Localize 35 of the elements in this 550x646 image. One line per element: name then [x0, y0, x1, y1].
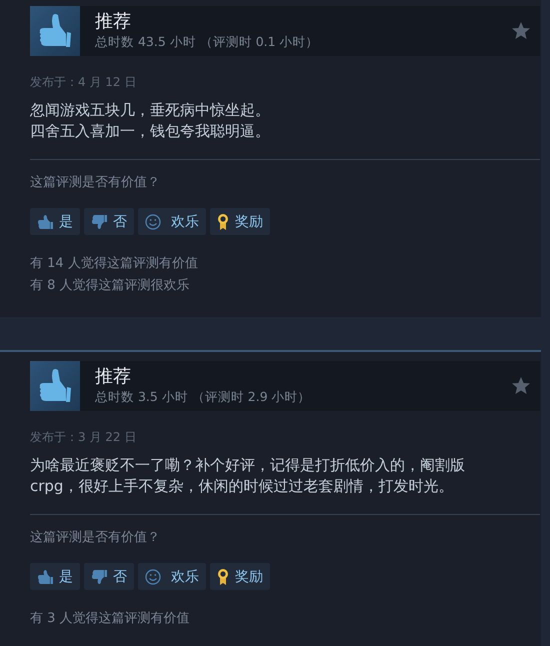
review-text-line: 为啥最近褒贬不一了嘞？补个好评，记得是打折低价入的，阉割版: [30, 455, 466, 476]
review-text-line: 四舍五入喜加一，钱包夸我聪明逼。: [30, 121, 271, 142]
no-button[interactable]: 否: [84, 208, 134, 235]
vote-count-text: 有 14 人觉得这篇评测有价值: [30, 255, 199, 273]
award-button[interactable]: 奖励: [210, 208, 270, 235]
review-verdict: 推荐: [95, 11, 132, 33]
review-text-line: 忽闻游戏五块几，垂死病中惊坐起。: [30, 100, 271, 121]
star-icon[interactable]: [511, 376, 531, 396]
posted-date: 发布于：4 月 12 日: [30, 74, 138, 90]
funny-button[interactable]: 欢乐: [138, 208, 206, 235]
playtime-text: 总时数 3.5 小时 （评测时 2.9 小时）: [95, 388, 312, 406]
helpful-question: 这篇评测是否有价值？: [30, 529, 161, 547]
helpful-question: 这篇评测是否有价值？: [30, 174, 161, 192]
thumbs-up-icon: [30, 361, 80, 411]
thumbs-up-icon: [30, 6, 80, 56]
thumbs-down-icon: [91, 568, 107, 584]
funny-button[interactable]: 欢乐: [138, 563, 206, 590]
smiley-icon: [145, 568, 161, 584]
yes-button[interactable]: 是: [30, 208, 80, 235]
vote-count-text: 有 8 人觉得这篇评测很欢乐: [30, 277, 191, 295]
review-verdict: 推荐: [95, 366, 132, 388]
star-icon[interactable]: [511, 21, 531, 41]
posted-date: 发布于：3 月 22 日: [30, 429, 138, 445]
smiley-icon: [145, 214, 161, 230]
thumbs-up-icon: [37, 568, 53, 584]
award-button[interactable]: 奖励: [210, 563, 270, 590]
thumbs-up-icon: [37, 214, 53, 230]
vote-count-text: 有 3 人觉得这篇评测有价值: [30, 610, 191, 628]
yes-button[interactable]: 是: [30, 563, 80, 590]
review-text-line: crpg，很好上手不复杂，休闲的时候过过老套剧情，打发时光。: [30, 476, 454, 497]
award-icon: [217, 568, 229, 586]
no-button[interactable]: 否: [84, 563, 134, 590]
playtime-text: 总时数 43.5 小时 （评测时 0.1 小时）: [95, 33, 320, 51]
thumbs-down-icon: [91, 214, 107, 230]
award-icon: [217, 212, 229, 230]
